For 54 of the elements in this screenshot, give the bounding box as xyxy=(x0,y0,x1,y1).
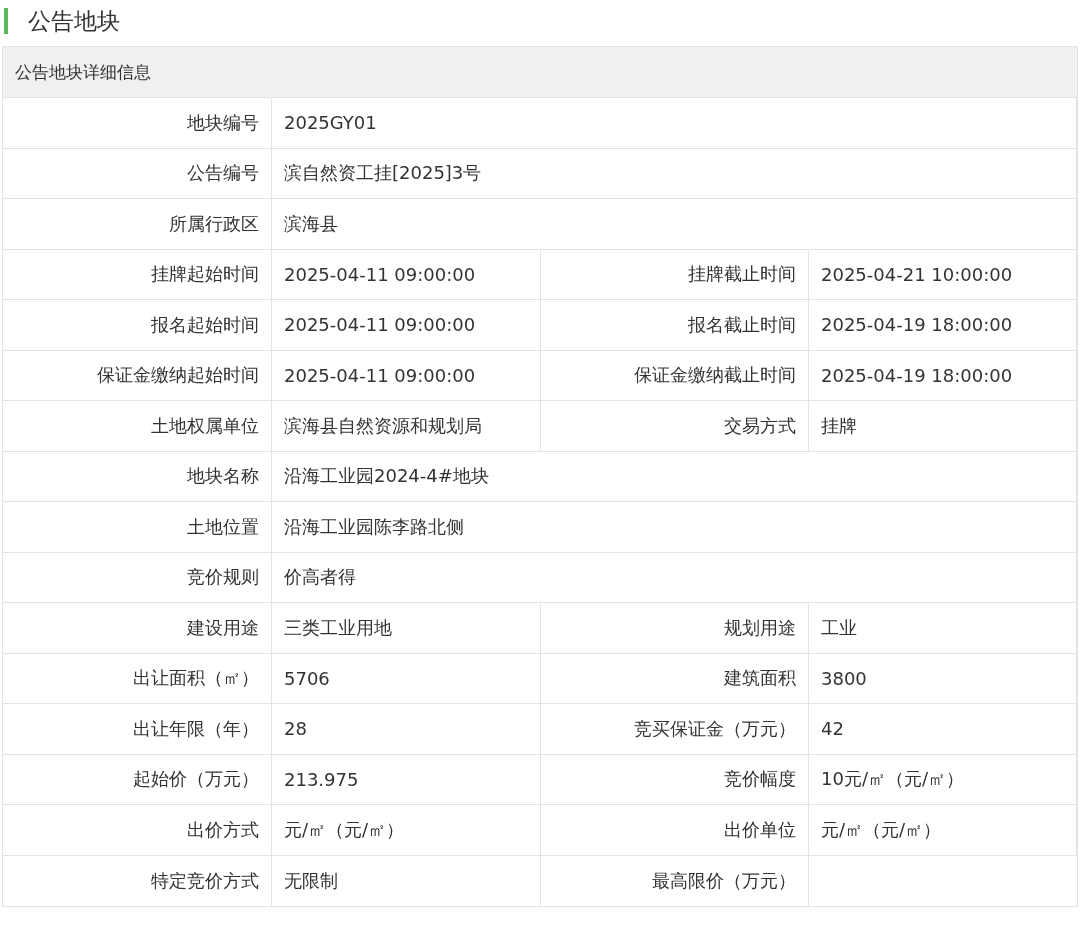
field-label: 特定竞价方式 xyxy=(3,855,272,906)
field-label: 起始价（万元） xyxy=(3,754,272,805)
field-value: 元/㎡（元/㎡） xyxy=(272,805,541,856)
field-label: 竞价幅度 xyxy=(541,754,809,805)
field-value: 2025-04-19 18:00:00 xyxy=(809,350,1077,401)
field-label: 报名截止时间 xyxy=(541,300,809,351)
field-label: 建设用途 xyxy=(3,603,272,654)
field-value: 滨自然资工挂[2025]3号 xyxy=(272,148,1077,199)
field-value: 沿海工业园2024-4#地块 xyxy=(272,451,1077,502)
field-label: 建筑面积 xyxy=(541,653,809,704)
accent-bar xyxy=(4,8,8,34)
field-label: 交易方式 xyxy=(541,401,809,452)
field-value: 10元/㎡（元/㎡） xyxy=(809,754,1077,805)
field-label: 保证金缴纳起始时间 xyxy=(3,350,272,401)
field-label: 地块名称 xyxy=(3,451,272,502)
table-title: 公告地块详细信息 xyxy=(3,47,1077,98)
field-value: 滨海县自然资源和规划局 xyxy=(272,401,541,452)
field-value: 213.975 xyxy=(272,754,541,805)
field-label: 土地权属单位 xyxy=(3,401,272,452)
field-label: 出让年限（年） xyxy=(3,704,272,755)
field-label: 报名起始时间 xyxy=(3,300,272,351)
field-label: 公告编号 xyxy=(3,148,272,199)
field-label: 出价方式 xyxy=(3,805,272,856)
field-value: 工业 xyxy=(809,603,1077,654)
field-label: 挂牌起始时间 xyxy=(3,249,272,300)
field-value: 三类工业用地 xyxy=(272,603,541,654)
field-value: 价高者得 xyxy=(272,552,1077,603)
field-label: 规划用途 xyxy=(541,603,809,654)
field-label: 竞买保证金（万元） xyxy=(541,704,809,755)
field-value: 无限制 xyxy=(272,855,541,906)
field-value: 2025-04-11 09:00:00 xyxy=(272,249,541,300)
field-value: 28 xyxy=(272,704,541,755)
field-label: 出价单位 xyxy=(541,805,809,856)
field-label: 地块编号 xyxy=(3,98,272,149)
field-value: 2025GY01 xyxy=(272,98,1077,149)
section-title: 公告地块 xyxy=(28,6,120,36)
field-value: 挂牌 xyxy=(809,401,1077,452)
field-label: 出让面积（㎡） xyxy=(3,653,272,704)
field-label: 土地位置 xyxy=(3,502,272,553)
field-label: 挂牌截止时间 xyxy=(541,249,809,300)
field-label: 最高限价（万元） xyxy=(541,855,809,906)
field-value: 5706 xyxy=(272,653,541,704)
field-value: 3800 xyxy=(809,653,1077,704)
field-value: 沿海工业园陈李路北侧 xyxy=(272,502,1077,553)
field-value: 2025-04-11 09:00:00 xyxy=(272,300,541,351)
field-value: 滨海县 xyxy=(272,199,1077,250)
field-label: 所属行政区 xyxy=(3,199,272,250)
field-value: 元/㎡（元/㎡） xyxy=(809,805,1077,856)
field-value: 2025-04-21 10:00:00 xyxy=(809,249,1077,300)
field-value: 2025-04-19 18:00:00 xyxy=(809,300,1077,351)
field-value: 42 xyxy=(809,704,1077,755)
field-label: 保证金缴纳截止时间 xyxy=(541,350,809,401)
field-label: 竞价规则 xyxy=(3,552,272,603)
field-value: 2025-04-11 09:00:00 xyxy=(272,350,541,401)
